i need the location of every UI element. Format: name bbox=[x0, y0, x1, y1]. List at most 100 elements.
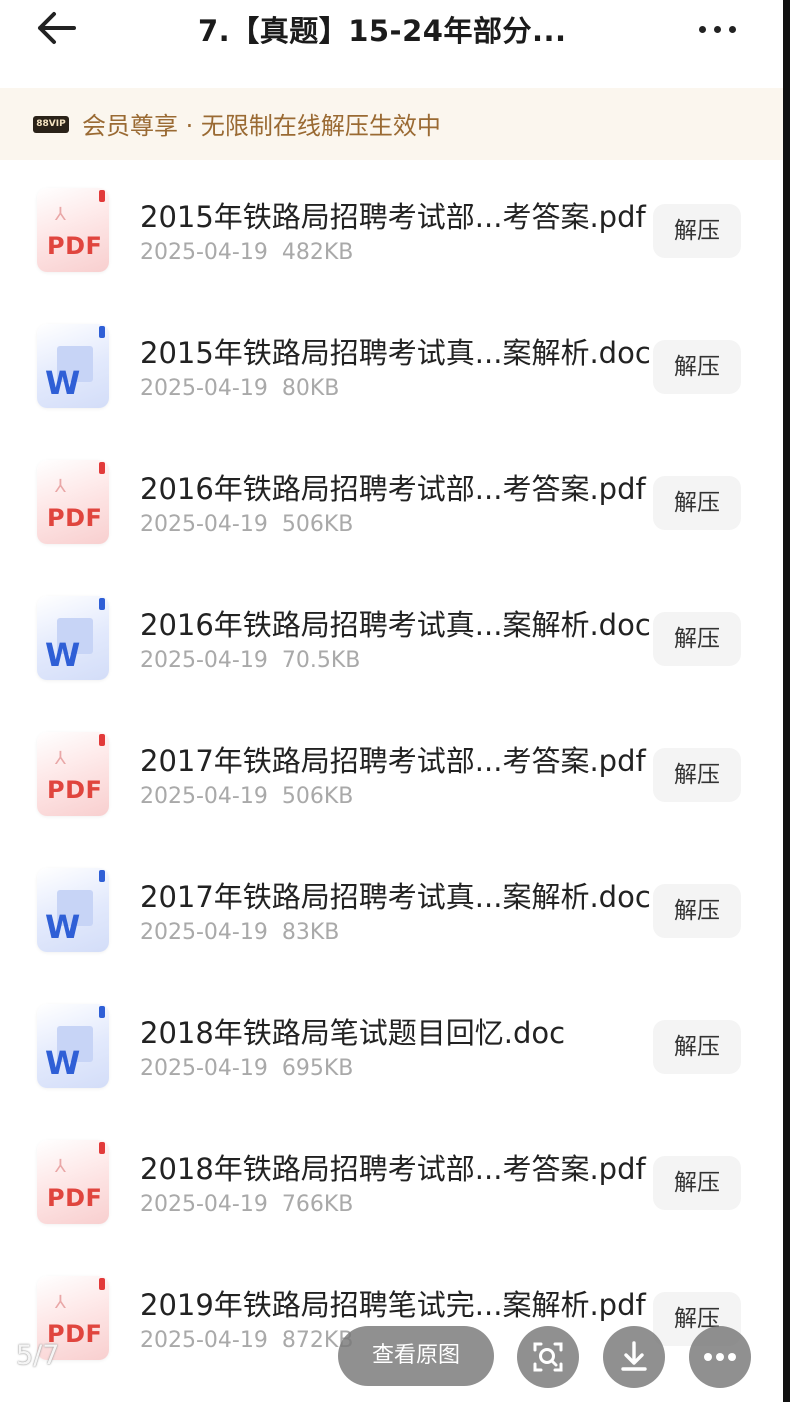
file-date: 2025-04-19 bbox=[140, 920, 268, 945]
file-name: 2017年铁路局招聘考试部...考答案.pdf bbox=[140, 744, 646, 778]
file-row[interactable]: ⅄ PDF 2016年铁路局招聘考试部...考答案.pdf 2025-04-19 506… bbox=[0, 432, 783, 568]
file-type-label: W bbox=[45, 364, 81, 402]
file-size: 695KB bbox=[281, 1056, 354, 1081]
word-file-icon: W bbox=[37, 1004, 109, 1088]
file-type-label: W bbox=[45, 1044, 81, 1082]
acrobat-glyph-icon: ⅄ bbox=[55, 204, 66, 225]
file-name: 2018年铁路局招聘考试部...考答案.pdf bbox=[140, 1152, 646, 1186]
icon-corner bbox=[99, 870, 105, 882]
icon-corner bbox=[99, 190, 105, 202]
file-name: 2015年铁路局招聘考试部...考答案.pdf bbox=[140, 200, 646, 234]
vip-badge: 88VIP bbox=[33, 116, 69, 133]
file-size: 766KB bbox=[281, 1192, 354, 1217]
pdf-file-icon: ⅄ PDF bbox=[37, 188, 109, 272]
file-size: 506KB bbox=[281, 512, 354, 537]
file-size: 83KB bbox=[281, 920, 340, 945]
file-type-label: PDF bbox=[47, 504, 103, 532]
file-name: 2019年铁路局招聘笔试完...案解析.pdf bbox=[140, 1288, 646, 1322]
file-meta: 2025-04-19 872KB bbox=[140, 1328, 353, 1353]
more-dot bbox=[714, 26, 721, 33]
acrobat-glyph-icon: ⅄ bbox=[55, 1156, 66, 1177]
file-row[interactable]: ⅄ PDF 2018年铁路局招聘考试部...考答案.pdf 2025-04-19 766… bbox=[0, 1112, 783, 1248]
file-meta: 2025-04-19 482KB bbox=[140, 240, 353, 265]
icon-corner bbox=[99, 1142, 105, 1154]
unzip-button[interactable]: 解压 bbox=[653, 612, 741, 666]
word-file-icon: W bbox=[37, 596, 109, 680]
file-meta: 2025-04-19 80KB bbox=[140, 376, 339, 401]
file-size: 506KB bbox=[281, 784, 354, 809]
app-screen: 7.【真题】15-24年部分... 88VIP 会员尊享 · 无限制在线解压生效… bbox=[0, 0, 783, 1402]
file-date: 2025-04-19 bbox=[140, 240, 268, 265]
more-button[interactable] bbox=[693, 8, 743, 48]
file-date: 2025-04-19 bbox=[140, 648, 268, 673]
unzip-button[interactable]: 解压 bbox=[653, 748, 741, 802]
acrobat-glyph-icon: ⅄ bbox=[55, 748, 66, 769]
image-search-icon bbox=[533, 1342, 563, 1372]
file-size: 70.5KB bbox=[281, 648, 361, 673]
header-bar: 7.【真题】15-24年部分... bbox=[0, 0, 783, 62]
file-row[interactable]: W 2018年铁路局笔试题目回忆.doc 2025-04-19 695KB 解压 bbox=[0, 976, 783, 1112]
file-name: 2017年铁路局招聘考试真...案解析.doc bbox=[140, 880, 651, 914]
file-date: 2025-04-19 bbox=[140, 784, 268, 809]
more-dot bbox=[729, 26, 736, 33]
download-icon bbox=[621, 1341, 647, 1371]
file-row[interactable]: W 2016年铁路局招聘考试真...案解析.doc 2025-04-19 70.5KB… bbox=[0, 568, 783, 704]
file-row[interactable]: W 2015年铁路局招聘考试真...案解析.doc 2025-04-19 80KB 解压 bbox=[0, 296, 783, 432]
file-size: 482KB bbox=[281, 240, 354, 265]
unzip-button[interactable]: 解压 bbox=[653, 340, 741, 394]
unzip-button[interactable]: 解压 bbox=[653, 884, 741, 938]
download-button[interactable] bbox=[603, 1326, 665, 1388]
file-meta: 2025-04-19 70.5KB bbox=[140, 648, 360, 673]
file-name: 2018年铁路局笔试题目回忆.doc bbox=[140, 1016, 566, 1050]
file-name: 2015年铁路局招聘考试真...案解析.doc bbox=[140, 336, 651, 370]
icon-corner bbox=[99, 1278, 105, 1290]
file-type-label: PDF bbox=[47, 776, 103, 804]
icon-corner bbox=[99, 462, 105, 474]
arrow-left-icon bbox=[38, 12, 76, 44]
file-size: 80KB bbox=[281, 376, 340, 401]
icon-corner bbox=[99, 598, 105, 610]
file-date: 2025-04-19 bbox=[140, 1056, 268, 1081]
vip-banner-text: 会员尊享 · 无限制在线解压生效中 bbox=[82, 112, 441, 140]
file-date: 2025-04-19 bbox=[140, 1328, 268, 1353]
view-original-button[interactable]: 查看原图 bbox=[338, 1326, 494, 1386]
unzip-button[interactable]: 解压 bbox=[653, 1156, 741, 1210]
more-horizontal-icon bbox=[704, 1353, 736, 1361]
file-type-label: W bbox=[45, 636, 81, 674]
viewer-more-button[interactable] bbox=[689, 1326, 751, 1388]
icon-corner bbox=[99, 734, 105, 746]
file-date: 2025-04-19 bbox=[140, 376, 268, 401]
acrobat-glyph-icon: ⅄ bbox=[55, 1292, 66, 1313]
word-file-icon: W bbox=[37, 324, 109, 408]
file-meta: 2025-04-19 695KB bbox=[140, 1056, 353, 1081]
pdf-file-icon: ⅄ PDF bbox=[37, 1140, 109, 1224]
unzip-button[interactable]: 解压 bbox=[653, 204, 741, 258]
screen-edge bbox=[783, 0, 790, 1402]
back-button[interactable] bbox=[30, 6, 80, 50]
vip-banner: 88VIP 会员尊享 · 无限制在线解压生效中 bbox=[0, 88, 783, 160]
unzip-button[interactable]: 解压 bbox=[653, 1020, 741, 1074]
file-date: 2025-04-19 bbox=[140, 512, 268, 537]
acrobat-glyph-icon: ⅄ bbox=[55, 476, 66, 497]
file-name: 2016年铁路局招聘考试部...考答案.pdf bbox=[140, 472, 646, 506]
file-type-label: PDF bbox=[47, 1184, 103, 1212]
image-search-button[interactable] bbox=[517, 1326, 579, 1388]
file-meta: 2025-04-19 506KB bbox=[140, 512, 353, 537]
pdf-file-icon: ⅄ PDF bbox=[37, 460, 109, 544]
file-row[interactable]: ⅄ PDF 2017年铁路局招聘考试部...考答案.pdf 2025-04-19 506… bbox=[0, 704, 783, 840]
file-type-label: PDF bbox=[47, 232, 103, 260]
file-date: 2025-04-19 bbox=[140, 1192, 268, 1217]
file-type-label: W bbox=[45, 908, 81, 946]
file-row[interactable]: ⅄ PDF 2015年铁路局招聘考试部...考答案.pdf 2025-04-19 482… bbox=[0, 160, 783, 296]
pdf-file-icon: ⅄ PDF bbox=[37, 732, 109, 816]
icon-corner bbox=[99, 1006, 105, 1018]
more-dot bbox=[699, 26, 706, 33]
file-meta: 2025-04-19 83KB bbox=[140, 920, 339, 945]
file-meta: 2025-04-19 766KB bbox=[140, 1192, 353, 1217]
icon-corner bbox=[99, 326, 105, 338]
file-name: 2016年铁路局招聘考试真...案解析.doc bbox=[140, 608, 651, 642]
file-row[interactable]: W 2017年铁路局招聘考试真...案解析.doc 2025-04-19 83KB 解压 bbox=[0, 840, 783, 976]
page-title: 7.【真题】15-24年部分... bbox=[198, 14, 567, 48]
unzip-button[interactable]: 解压 bbox=[653, 476, 741, 530]
page-indicator: 5/7 bbox=[16, 1340, 60, 1371]
